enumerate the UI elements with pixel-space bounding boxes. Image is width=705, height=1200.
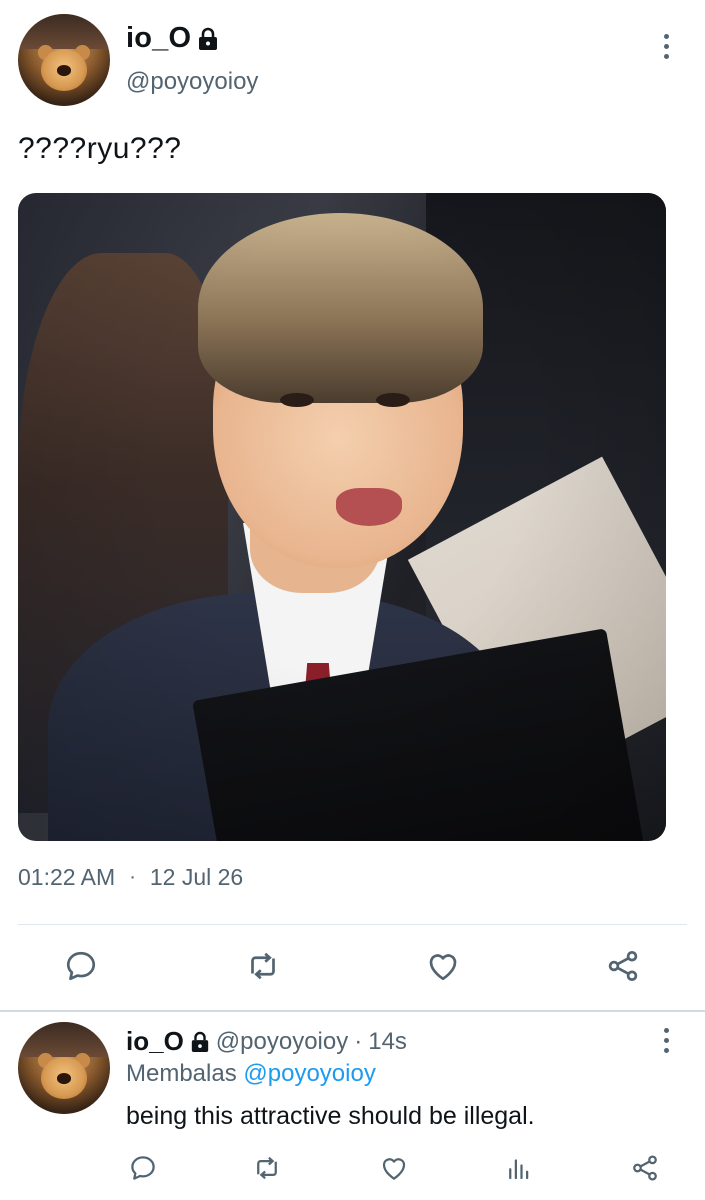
analytics-icon [509,1159,529,1180]
reply-time[interactable]: 14s [368,1028,407,1056]
share-icon [608,951,638,981]
share-button[interactable] [598,941,648,991]
replying-to: Membalas @poyoyoioy [126,1060,376,1088]
retweet-icon [251,952,275,980]
like-button[interactable] [418,941,468,991]
reply-button[interactable] [56,941,106,991]
reply-handle[interactable]: @poyoyoioy [216,1028,348,1056]
reply-more-options-icon[interactable] [658,1026,674,1056]
reply-icon [131,1156,155,1180]
more-options-icon[interactable] [658,32,674,62]
reply-time-separator: · [354,1027,363,1055]
retweet-icon [257,1156,277,1180]
tweet-time[interactable]: 01:22 AM [18,864,115,891]
author-name-row[interactable]: io_O [126,22,219,55]
reply-display-name[interactable]: io_O [126,1026,184,1057]
like-icon [429,954,457,981]
tweet-text: ????ryu??? [18,132,182,165]
reply-icon [66,951,96,981]
reply-tweet[interactable]: io_O @poyoyoioy · 14s Membalas @poyoyoio… [0,1012,705,1200]
replying-to-mention[interactable]: @poyoyoioy [243,1060,375,1087]
reply-analytics-button[interactable] [494,1143,544,1193]
author-display-name[interactable]: io_O [126,22,191,55]
meta-separator: · [129,866,136,888]
reply-text: being this attractive should be illegal. [126,1102,535,1130]
reply-like-button[interactable] [369,1143,419,1193]
divider [18,924,687,925]
reply-user-avatar[interactable] [18,1022,110,1114]
like-icon [382,1158,406,1180]
tweet-date[interactable]: 12 Jul 26 [150,864,243,891]
user-avatar[interactable] [18,14,110,106]
reply-header[interactable]: io_O @poyoyoioy · 14s [126,1026,407,1057]
retweet-button[interactable] [238,941,288,991]
main-tweet[interactable]: io_O @poyoyoioy ????ryu??? 01:22 AM · 12… [0,0,705,1012]
replying-to-prefix: Membalas [126,1060,237,1087]
tweet-timestamp[interactable]: 01:22 AM · 12 Jul 26 [18,864,243,891]
tweet-photo[interactable] [18,193,666,841]
reply-retweet-button[interactable] [242,1143,292,1193]
lock-icon [199,27,218,50]
share-icon [633,1155,657,1181]
reply-reply-button[interactable] [118,1143,168,1193]
reply-share-button[interactable] [620,1143,670,1193]
author-handle[interactable]: @poyoyoioy [126,68,258,96]
lock-icon [191,1031,208,1052]
